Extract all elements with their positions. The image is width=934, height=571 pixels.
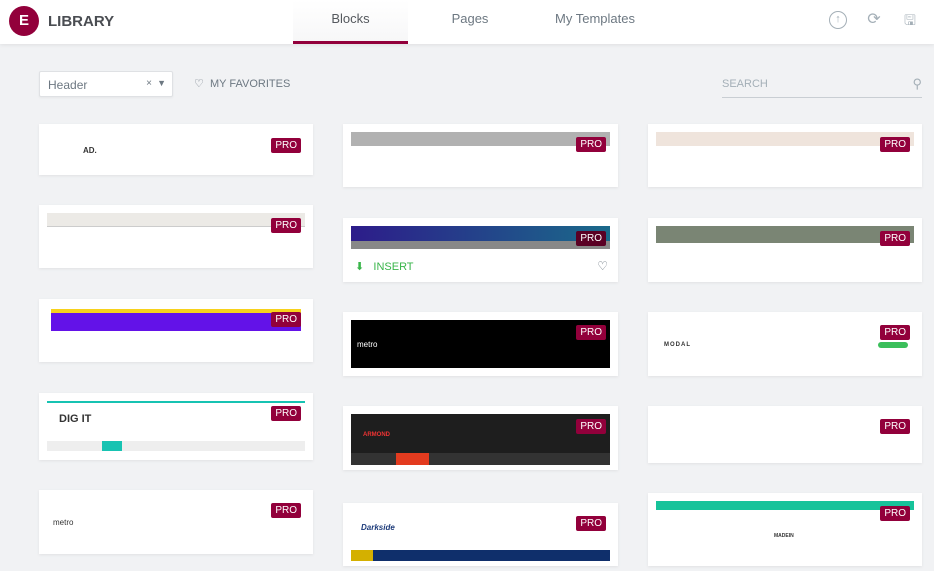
tab-pages[interactable]: Pages [420, 0, 520, 44]
upload-icon[interactable]: ↑ [829, 11, 847, 29]
save-icon[interactable]: 🖫 [901, 11, 919, 29]
pro-badge: PRO [880, 325, 910, 340]
heart-icon: ♡ [194, 78, 204, 90]
template-card[interactable]: metro PRO [343, 312, 618, 376]
template-card[interactable]: PRO [648, 218, 922, 282]
pro-badge: PRO [880, 231, 910, 246]
pro-badge: PRO [880, 419, 910, 434]
thumb-logo: Darkside [361, 523, 395, 532]
pro-badge: PRO [271, 406, 301, 421]
pro-badge: PRO [576, 325, 606, 340]
category-value: Header [48, 78, 88, 92]
search-input[interactable]: SEARCH ⚲ [722, 74, 922, 98]
pro-badge: PRO [576, 137, 606, 152]
pro-badge: PRO [880, 506, 910, 521]
thumb-logo: ARMOND [363, 432, 390, 438]
template-card[interactable]: PRO [648, 124, 922, 187]
pro-badge: PRO [576, 231, 606, 246]
my-favorites-label: MY FAVORITES [210, 78, 291, 90]
thumb-logo: DIG IT [59, 413, 92, 425]
clear-icon[interactable]: × [146, 78, 152, 89]
thumb-logo: AD. [83, 146, 97, 155]
template-card[interactable]: PRO [343, 124, 618, 187]
pro-badge: PRO [576, 516, 606, 531]
template-card[interactable]: Darkside PRO [343, 503, 618, 566]
pro-badge: PRO [271, 503, 301, 518]
search-icon[interactable]: ⚲ [912, 76, 922, 92]
favorite-heart-icon[interactable]: ♡ [597, 259, 608, 273]
top-bar: E LIBRARY Blocks Pages My Templates ↑ ⟳ … [0, 0, 934, 44]
search-placeholder: SEARCH [722, 78, 768, 90]
insert-button[interactable]: ⬇ INSERT [355, 260, 414, 273]
pro-badge: PRO [271, 138, 301, 153]
template-card[interactable]: metro PRO [39, 490, 313, 554]
template-card[interactable]: PRO [39, 299, 313, 362]
template-card-hover[interactable]: PRO ⬇ INSERT ♡ [343, 218, 618, 282]
pro-badge: PRO [271, 312, 301, 327]
pro-badge: PRO [576, 419, 606, 434]
pro-badge: PRO [880, 137, 910, 152]
elementor-logo-icon: E [9, 6, 39, 36]
sync-icon[interactable]: ⟳ [865, 11, 883, 29]
template-card[interactable]: PRO [39, 205, 313, 268]
thumb-logo: metro [53, 518, 74, 527]
template-card[interactable]: AD. PRO [39, 124, 313, 175]
chevron-down-icon[interactable]: ▼ [157, 78, 166, 88]
template-card[interactable]: MODAL PRO [648, 312, 922, 376]
pro-badge: PRO [271, 218, 301, 233]
template-card[interactable]: ARMOND PRO [343, 406, 618, 470]
library-title: LIBRARY [48, 13, 115, 30]
tab-blocks[interactable]: Blocks [293, 0, 408, 44]
thumb-logo: metro [357, 340, 378, 349]
download-icon: ⬇ [355, 261, 365, 273]
insert-label: INSERT [373, 261, 414, 273]
category-select[interactable]: Header × ▼ [39, 71, 173, 97]
template-card[interactable]: DIG IT PRO [39, 393, 313, 460]
thumb-logo: MADEIN [774, 533, 794, 539]
my-favorites-filter[interactable]: ♡ MY FAVORITES [194, 77, 290, 90]
template-card[interactable]: PRO [648, 406, 922, 463]
tab-my-templates[interactable]: My Templates [535, 0, 655, 44]
thumb-logo: MODAL [664, 342, 691, 348]
template-card[interactable]: MADEIN PRO [648, 493, 922, 566]
